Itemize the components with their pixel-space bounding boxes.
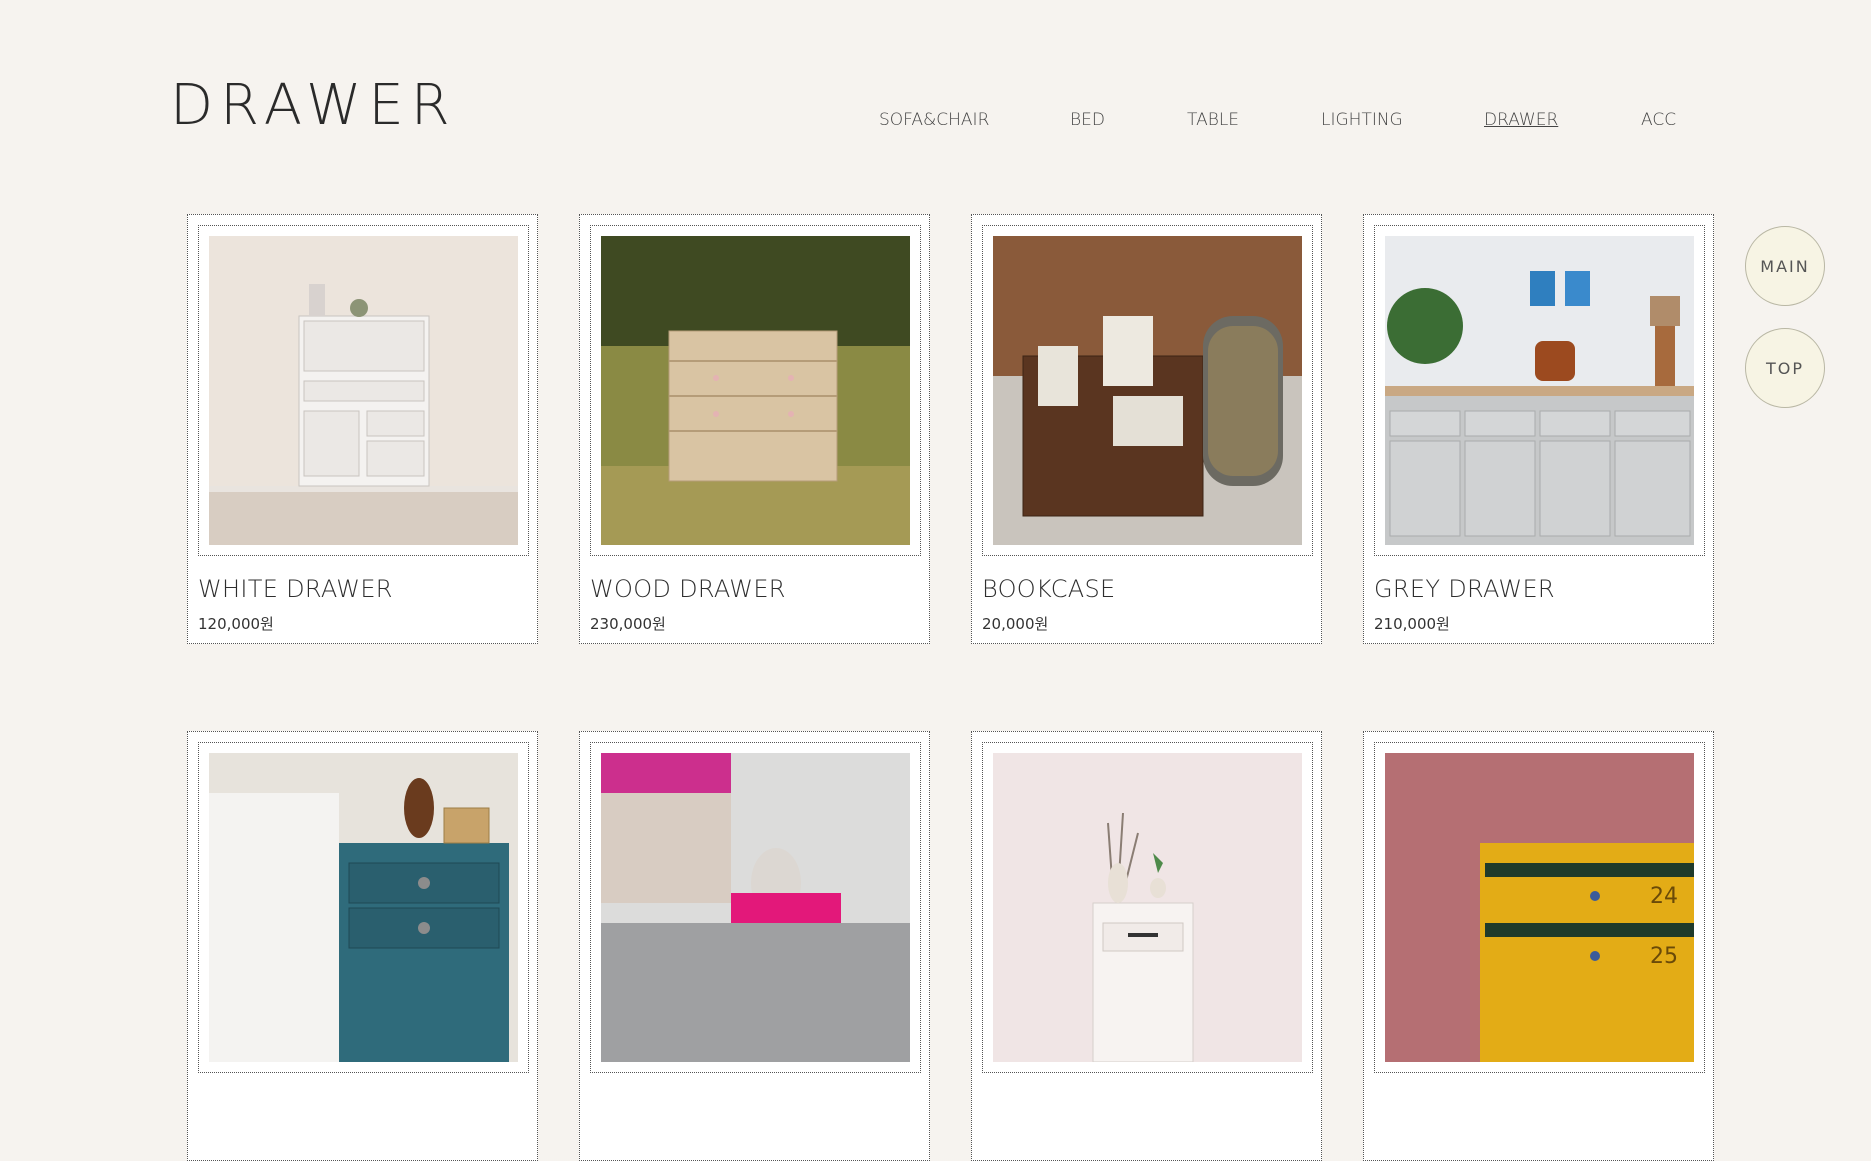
product-card[interactable]: BOOKCASE 20,000원: [971, 214, 1322, 644]
product-card[interactable]: 24 25: [1363, 731, 1714, 1161]
product-card[interactable]: [579, 731, 930, 1161]
product-image-frame: 24 25: [1374, 742, 1705, 1073]
product-image[interactable]: 24 25: [1385, 753, 1694, 1062]
product-image[interactable]: [209, 753, 518, 1062]
product-price: 230,000원: [590, 615, 666, 633]
product-image[interactable]: [601, 753, 910, 1062]
product-name[interactable]: WHITE DRAWER: [198, 575, 393, 603]
product-image-frame: [590, 742, 921, 1073]
product-image-frame: [982, 225, 1313, 556]
product-image[interactable]: [601, 236, 910, 545]
product-card[interactable]: [187, 731, 538, 1161]
product-price: 20,000원: [982, 615, 1049, 633]
main-button[interactable]: MAIN: [1745, 226, 1825, 306]
product-name[interactable]: BOOKCASE: [982, 575, 1115, 603]
product-name[interactable]: GREY DRAWER: [1374, 575, 1555, 603]
product-price: 120,000원: [198, 615, 274, 633]
product-image[interactable]: [993, 753, 1302, 1062]
top-button[interactable]: TOP: [1745, 328, 1825, 408]
product-image-frame: [1374, 225, 1705, 556]
product-image-frame: [982, 742, 1313, 1073]
product-image[interactable]: [209, 236, 518, 545]
product-card[interactable]: WHITE DRAWER 120,000원: [187, 214, 538, 644]
product-price: 210,000원: [1374, 615, 1450, 633]
product-image-frame: [198, 742, 529, 1073]
product-card[interactable]: GREY DRAWER 210,000원: [1363, 214, 1714, 644]
product-grid: WHITE DRAWER 120,000원 WOOD DRAWER 230,00…: [0, 0, 1871, 1161]
product-card[interactable]: [971, 731, 1322, 1161]
product-name[interactable]: WOOD DRAWER: [590, 575, 786, 603]
product-image-frame: [198, 225, 529, 556]
product-image-frame: [590, 225, 921, 556]
svg-text:24: 24: [1650, 884, 1678, 909]
product-image[interactable]: [993, 236, 1302, 545]
product-image[interactable]: [1385, 236, 1694, 545]
svg-text:25: 25: [1650, 944, 1678, 969]
product-card[interactable]: WOOD DRAWER 230,000원: [579, 214, 930, 644]
